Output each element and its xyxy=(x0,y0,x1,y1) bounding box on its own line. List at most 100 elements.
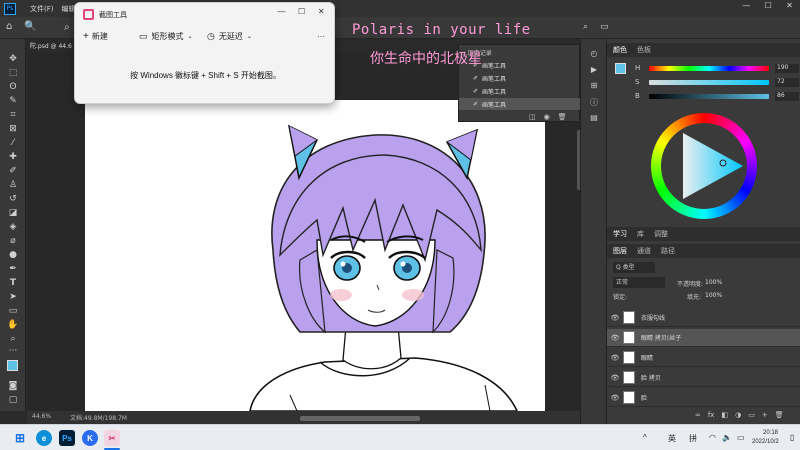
artboard[interactable] xyxy=(85,100,545,412)
hue-bar[interactable] xyxy=(649,65,769,71)
clock-date[interactable]: 2022/10/2 xyxy=(752,439,779,445)
dodge-tool-icon[interactable]: ● xyxy=(5,249,21,260)
tab-adjustments[interactable]: 调整 xyxy=(654,229,668,239)
photoshop-taskbar-icon[interactable]: Ps xyxy=(59,430,75,446)
start-button-icon[interactable]: ⊞ xyxy=(12,430,28,446)
share-icon[interactable]: ▭ xyxy=(600,22,609,32)
quick-mask-icon[interactable]: ◙ xyxy=(5,380,21,391)
snip-close-button[interactable]: ✕ xyxy=(318,7,325,16)
foreground-swatch[interactable] xyxy=(615,63,626,74)
saturation-bar[interactable] xyxy=(649,79,769,85)
layer-row[interactable]: 👁 脸 xyxy=(607,389,800,407)
visibility-eye-icon[interactable]: 👁 xyxy=(607,374,623,382)
snipping-tool-taskbar-icon[interactable]: ✂ xyxy=(104,430,120,446)
search-icon[interactable]: ⌕ xyxy=(64,22,70,33)
brightness-bar[interactable] xyxy=(649,93,769,99)
visibility-eye-icon[interactable]: 👁 xyxy=(607,394,623,402)
mask-icon[interactable]: ◧ xyxy=(721,411,728,419)
ime-mode[interactable]: 拼 xyxy=(689,433,697,444)
marquee-tool-icon[interactable]: ⬚ xyxy=(5,67,21,78)
menu-file[interactable]: 文件(F) xyxy=(30,4,54,14)
stamp-tool-icon[interactable]: ♙ xyxy=(5,179,21,190)
history-panel-icon[interactable]: ◴ xyxy=(587,49,601,59)
notification-icon[interactable]: ▯ xyxy=(790,433,794,442)
history-item[interactable]: ✐ 画笔工具 xyxy=(459,85,581,97)
tab-layers[interactable]: 图层 xyxy=(613,246,627,256)
blur-tool-icon[interactable]: ⌀ xyxy=(5,235,21,246)
layer-row[interactable]: 👁 眼睛 xyxy=(607,349,800,367)
battery-icon[interactable]: ▭ xyxy=(737,433,745,442)
layer-row-selected[interactable]: 👁 眼睛 拷贝(丝子 xyxy=(607,329,800,347)
fx-icon[interactable]: fx xyxy=(708,411,715,419)
snip-delay-dropdown[interactable]: ◷ 无延迟 ⌄ xyxy=(207,27,263,45)
close-button[interactable]: ✕ xyxy=(786,1,793,15)
quick-select-tool-icon[interactable]: ✎ xyxy=(5,95,21,106)
link-layers-icon[interactable]: ∞ xyxy=(695,411,701,419)
eyedropper-tool-icon[interactable]: ⁄ xyxy=(5,137,21,148)
zoom-icon[interactable]: ⌕ xyxy=(5,333,21,344)
brightness-value[interactable]: 86 xyxy=(775,91,799,101)
new-document-icon[interactable]: ◫ xyxy=(529,113,536,121)
hue-slider[interactable]: H 190 xyxy=(635,63,800,73)
fill-value[interactable]: 100% xyxy=(705,292,722,299)
zoom-tool-icon[interactable]: 🔍 xyxy=(24,21,36,32)
layer-row[interactable]: 👁 衣服勾线 xyxy=(607,309,800,327)
pen-tool-icon[interactable]: ✒ xyxy=(5,263,21,274)
healing-tool-icon[interactable]: ✚ xyxy=(5,151,21,162)
delete-icon[interactable]: 🗑 xyxy=(558,113,567,121)
tab-swatches[interactable]: 色板 xyxy=(637,45,651,55)
saturation-slider[interactable]: S 72 % xyxy=(635,77,800,87)
move-tool-icon[interactable]: ✥ xyxy=(5,53,21,64)
snapshot-icon[interactable]: ◉ xyxy=(544,113,550,121)
layer-filter-select[interactable]: Q 类型 xyxy=(613,262,655,273)
zoom-level[interactable]: 44.6% xyxy=(32,413,51,420)
wifi-icon[interactable]: ◠ xyxy=(709,433,716,442)
opacity-value[interactable]: 100% xyxy=(705,279,722,286)
maximize-button[interactable]: ☐ xyxy=(765,1,772,15)
adjust-icon[interactable]: ▤ xyxy=(587,113,601,123)
history-brush-icon[interactable]: ↺ xyxy=(5,193,21,204)
more-options-button[interactable]: ··· xyxy=(317,27,331,45)
crop-tool-icon[interactable]: ⌗ xyxy=(5,109,21,120)
trash-icon[interactable]: 🗑 xyxy=(775,411,784,419)
eraser-tool-icon[interactable]: ◪ xyxy=(5,207,21,218)
path-select-icon[interactable]: ➤ xyxy=(5,291,21,302)
workspace-icon[interactable]: ⌕ xyxy=(583,22,588,32)
visibility-eye-icon[interactable]: 👁 xyxy=(607,354,623,362)
actions-panel-icon[interactable]: ▶ xyxy=(587,65,601,75)
foreground-color-swatch[interactable] xyxy=(7,360,18,371)
snip-minimize-button[interactable]: — xyxy=(277,7,285,16)
hue-value[interactable]: 190 xyxy=(775,63,799,73)
kugou-music-icon[interactable]: K xyxy=(82,430,98,446)
paint-bucket-icon[interactable]: ◈ xyxy=(5,221,21,232)
saturation-value[interactable]: 72 xyxy=(775,77,799,87)
more-tools-icon[interactable]: ··· xyxy=(5,345,21,356)
home-icon[interactable]: ⌂ xyxy=(6,21,12,32)
properties-panel-icon[interactable]: ⊞ xyxy=(587,81,601,91)
tab-channels[interactable]: 通道 xyxy=(637,246,651,256)
adjustment-layer-icon[interactable]: ◑ xyxy=(735,411,741,419)
brightness-slider[interactable]: B 86 % xyxy=(635,91,800,101)
tab-libraries[interactable]: 库 xyxy=(637,229,644,239)
color-triangle[interactable] xyxy=(661,123,747,209)
frame-tool-icon[interactable]: ⊠ xyxy=(5,123,21,134)
blend-mode-select[interactable]: 正常 xyxy=(613,277,665,288)
ime-language[interactable]: 英 xyxy=(668,433,676,444)
tray-chevron-icon[interactable]: ^ xyxy=(643,433,647,442)
color-wheel[interactable] xyxy=(651,113,757,219)
tab-paths[interactable]: 路径 xyxy=(661,246,675,256)
shape-tool-icon[interactable]: ▭ xyxy=(5,305,21,316)
horizontal-scrollbar[interactable] xyxy=(300,416,420,421)
minimize-button[interactable]: — xyxy=(742,1,750,15)
history-item-active[interactable]: ✐ 画笔工具 xyxy=(459,98,581,110)
snip-mode-dropdown[interactable]: ▭ 矩形模式 ⌄ xyxy=(139,27,201,45)
hand-tool-icon[interactable]: ✋ xyxy=(5,319,21,330)
document-tab[interactable]: 陀.psd @ 44.6 xyxy=(30,41,72,50)
lasso-tool-icon[interactable]: ʘ xyxy=(5,81,21,92)
clock-time[interactable]: 20:18 xyxy=(763,430,778,436)
info-panel-icon[interactable]: ⓘ xyxy=(587,97,601,107)
visibility-eye-icon[interactable]: 👁 xyxy=(607,314,623,322)
edge-browser-icon[interactable]: e xyxy=(36,430,52,446)
tab-learn[interactable]: 学习 xyxy=(613,229,627,239)
snip-maximize-button[interactable]: ☐ xyxy=(298,7,305,16)
